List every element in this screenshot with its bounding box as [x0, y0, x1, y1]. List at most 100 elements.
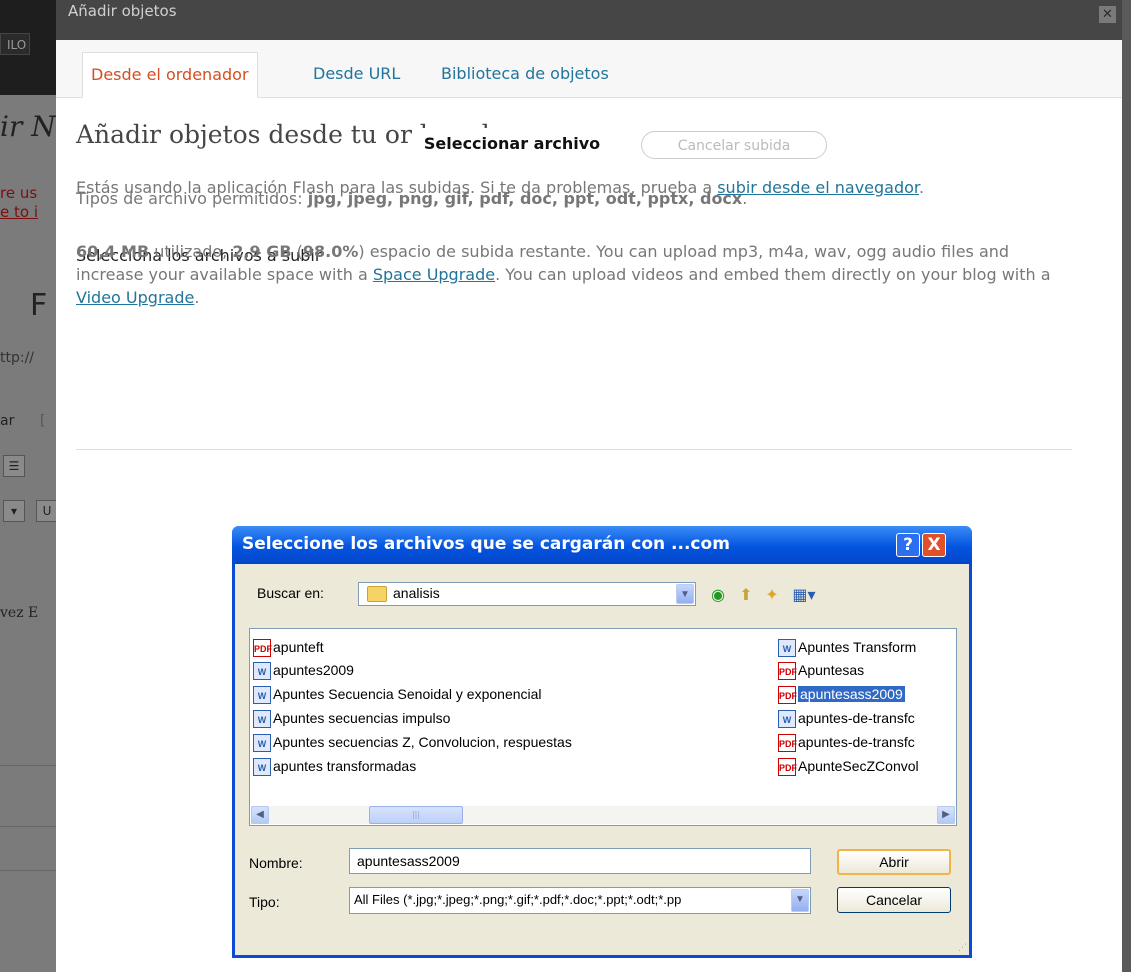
file-name: Apuntesas: [798, 662, 865, 678]
video-upgrade-link[interactable]: Video Upgrade: [76, 288, 194, 307]
media-tabs: Desde el ordenador Desde URL Biblioteca …: [56, 40, 1122, 98]
usage-text: utilizado,: [149, 242, 233, 261]
resize-grip-icon[interactable]: ⋰: [958, 943, 967, 953]
select-file-button[interactable]: Seleccionar archivo: [408, 128, 616, 160]
flash-notice-end: .: [919, 178, 925, 197]
close-icon[interactable]: X: [922, 533, 946, 557]
pdf-icon: PDF: [778, 734, 797, 753]
free-space: 2,9 GB: [232, 242, 292, 261]
list-item[interactable]: W Apuntes Secuencia Senoidal y exponencia…: [253, 684, 542, 705]
horizontal-scrollbar[interactable]: ◀ ||| ▶: [251, 806, 955, 824]
close-icon[interactable]: ✕: [1099, 6, 1116, 23]
look-in-value: analisis: [393, 585, 440, 601]
list-item[interactable]: W Apuntes Transform: [778, 637, 916, 658]
help-icon[interactable]: ?: [896, 533, 920, 557]
chevron-down-icon[interactable]: ▼: [676, 584, 694, 604]
file-list[interactable]: PDFapunteft Wapuntes2009 W Apuntes Secuen…: [249, 628, 957, 826]
modal-title: Añadir objetos: [68, 2, 177, 20]
list-item[interactable]: PDFapuntes-de-transfc: [778, 732, 915, 753]
background-url: ttp://: [0, 350, 35, 366]
background-divider: [0, 826, 60, 827]
dialog-title: Seleccione los archivos que se cargarán …: [242, 534, 730, 554]
up-folder-icon[interactable]: ⬆: [735, 584, 757, 606]
background-notice-2: e to i: [0, 203, 38, 221]
divider: [76, 449, 1072, 450]
file-name: apuntesass2009: [798, 686, 905, 702]
space-upgrade-link[interactable]: Space Upgrade: [373, 265, 495, 284]
list-item[interactable]: Wapuntes transformadas: [253, 756, 416, 777]
file-name: Apuntes secuencias Z, Convolucion, respu…: [273, 734, 572, 750]
tab-from-computer[interactable]: Desde el ordenador: [82, 52, 258, 98]
background-button: ILO: [0, 33, 30, 55]
background-bracket: [: [40, 413, 46, 429]
usage-text: . You can upload videos and embed them d…: [495, 265, 1051, 284]
tab-media-library[interactable]: Biblioteca de objetos: [433, 52, 617, 96]
background-field: ar: [0, 413, 15, 429]
file-name: Apuntes secuencias impulso: [273, 710, 451, 726]
pdf-icon: PDF: [778, 758, 797, 777]
used-space: 60,4 MB: [76, 242, 150, 261]
file-open-dialog: Seleccione los archivos que se cargarán …: [232, 526, 972, 958]
usage-percent: 98.0%: [302, 242, 359, 261]
dialog-titlebar: Seleccione los archivos que se cargarán …: [232, 526, 972, 564]
list-item[interactable]: Wapuntes2009: [253, 660, 354, 681]
modal-titlebar: Añadir objetos ✕: [56, 0, 1122, 41]
folder-icon: [367, 586, 387, 602]
list-item[interactable]: W Apuntes secuencias impulso: [253, 708, 450, 729]
word-doc-icon: W: [253, 710, 271, 729]
file-type-value: All Files (*.jpg;*.jpeg;*.png;*.gif;*.pd…: [354, 892, 682, 907]
background-notice-1: re us: [0, 184, 38, 202]
list-item[interactable]: PDFApuntesas: [778, 660, 864, 681]
flash-notice-text: Estás usando la aplicación Flash para la…: [76, 178, 718, 197]
cancel-upload-button[interactable]: Cancelar subida: [641, 131, 827, 159]
pdf-icon: PDF: [778, 662, 797, 681]
dialog-body: Buscar en: analisis ▼ ◉ ⬆ ✦ ▦▾ PDFapunte…: [235, 564, 969, 955]
file-name: ApunteSecZConvol: [798, 758, 919, 774]
file-name: apuntes2009: [273, 662, 354, 678]
scroll-right-icon[interactable]: ▶: [937, 806, 955, 824]
list-item[interactable]: W Apuntes secuencias Z, Convolucion, resp…: [253, 732, 572, 753]
cancel-button[interactable]: Cancelar: [837, 887, 951, 913]
word-doc-icon: W: [253, 758, 271, 777]
file-type-select[interactable]: All Files (*.jpg;*.jpeg;*.png;*.gif;*.pd…: [349, 887, 811, 914]
dropdown-icon: ▾: [3, 500, 25, 522]
list-item[interactable]: Wapuntes-de-transfc: [778, 708, 915, 729]
word-doc-icon: W: [778, 710, 796, 729]
file-name: Apuntes Transform: [798, 639, 917, 655]
flash-notice: Estás usando la aplicación Flash para la…: [76, 176, 1076, 199]
scroll-thumb[interactable]: |||: [369, 806, 463, 824]
file-name: apunteft: [273, 639, 324, 655]
list-item-selected[interactable]: PDF apuntesass2009: [778, 684, 905, 705]
file-name: Apuntes Secuencia Senoidal y exponencial: [273, 686, 542, 702]
pdf-icon: PDF: [778, 686, 797, 705]
file-type-label: Tipo:: [249, 894, 280, 910]
file-name-label: Nombre:: [249, 855, 303, 871]
usage-text: .: [194, 288, 200, 307]
background-page: ILO ir N re us e to i F ttp:// ar [ ☰ ▾ …: [0, 0, 60, 972]
list-item[interactable]: PDFapunteft: [253, 637, 324, 658]
browser-upload-link[interactable]: subir desde el navegador: [717, 178, 919, 197]
back-icon[interactable]: ◉: [707, 584, 729, 606]
background-letter: F: [30, 288, 48, 323]
open-button[interactable]: Abrir: [837, 849, 951, 875]
new-folder-icon[interactable]: ✦: [761, 584, 783, 606]
file-name: apuntes-de-transfc: [798, 734, 915, 750]
storage-usage: 60,4 MB utilizado, 2,9 GB (98.0%) espaci…: [76, 240, 1080, 309]
word-doc-icon: W: [253, 734, 271, 753]
look-in-label: Buscar en:: [257, 585, 324, 601]
pdf-icon: PDF: [253, 639, 272, 658]
file-name: apuntes-de-transfc: [798, 710, 915, 726]
scroll-left-icon[interactable]: ◀: [251, 806, 269, 824]
look-in-select[interactable]: analisis ▼: [358, 582, 696, 606]
list-item[interactable]: PDFApunteSecZConvol: [778, 756, 919, 777]
file-name: apuntes transformadas: [273, 758, 417, 774]
list-icon: ☰: [3, 455, 25, 477]
background-divider: [0, 765, 60, 766]
view-menu-icon[interactable]: ▦▾: [788, 584, 820, 606]
file-name-value: apuntesass2009: [357, 853, 460, 869]
tab-from-url[interactable]: Desde URL: [305, 52, 408, 96]
chevron-down-icon[interactable]: ▼: [791, 889, 809, 912]
file-name-input[interactable]: apuntesass2009: [349, 848, 811, 874]
word-doc-icon: W: [253, 686, 271, 705]
word-doc-icon: W: [253, 662, 271, 681]
